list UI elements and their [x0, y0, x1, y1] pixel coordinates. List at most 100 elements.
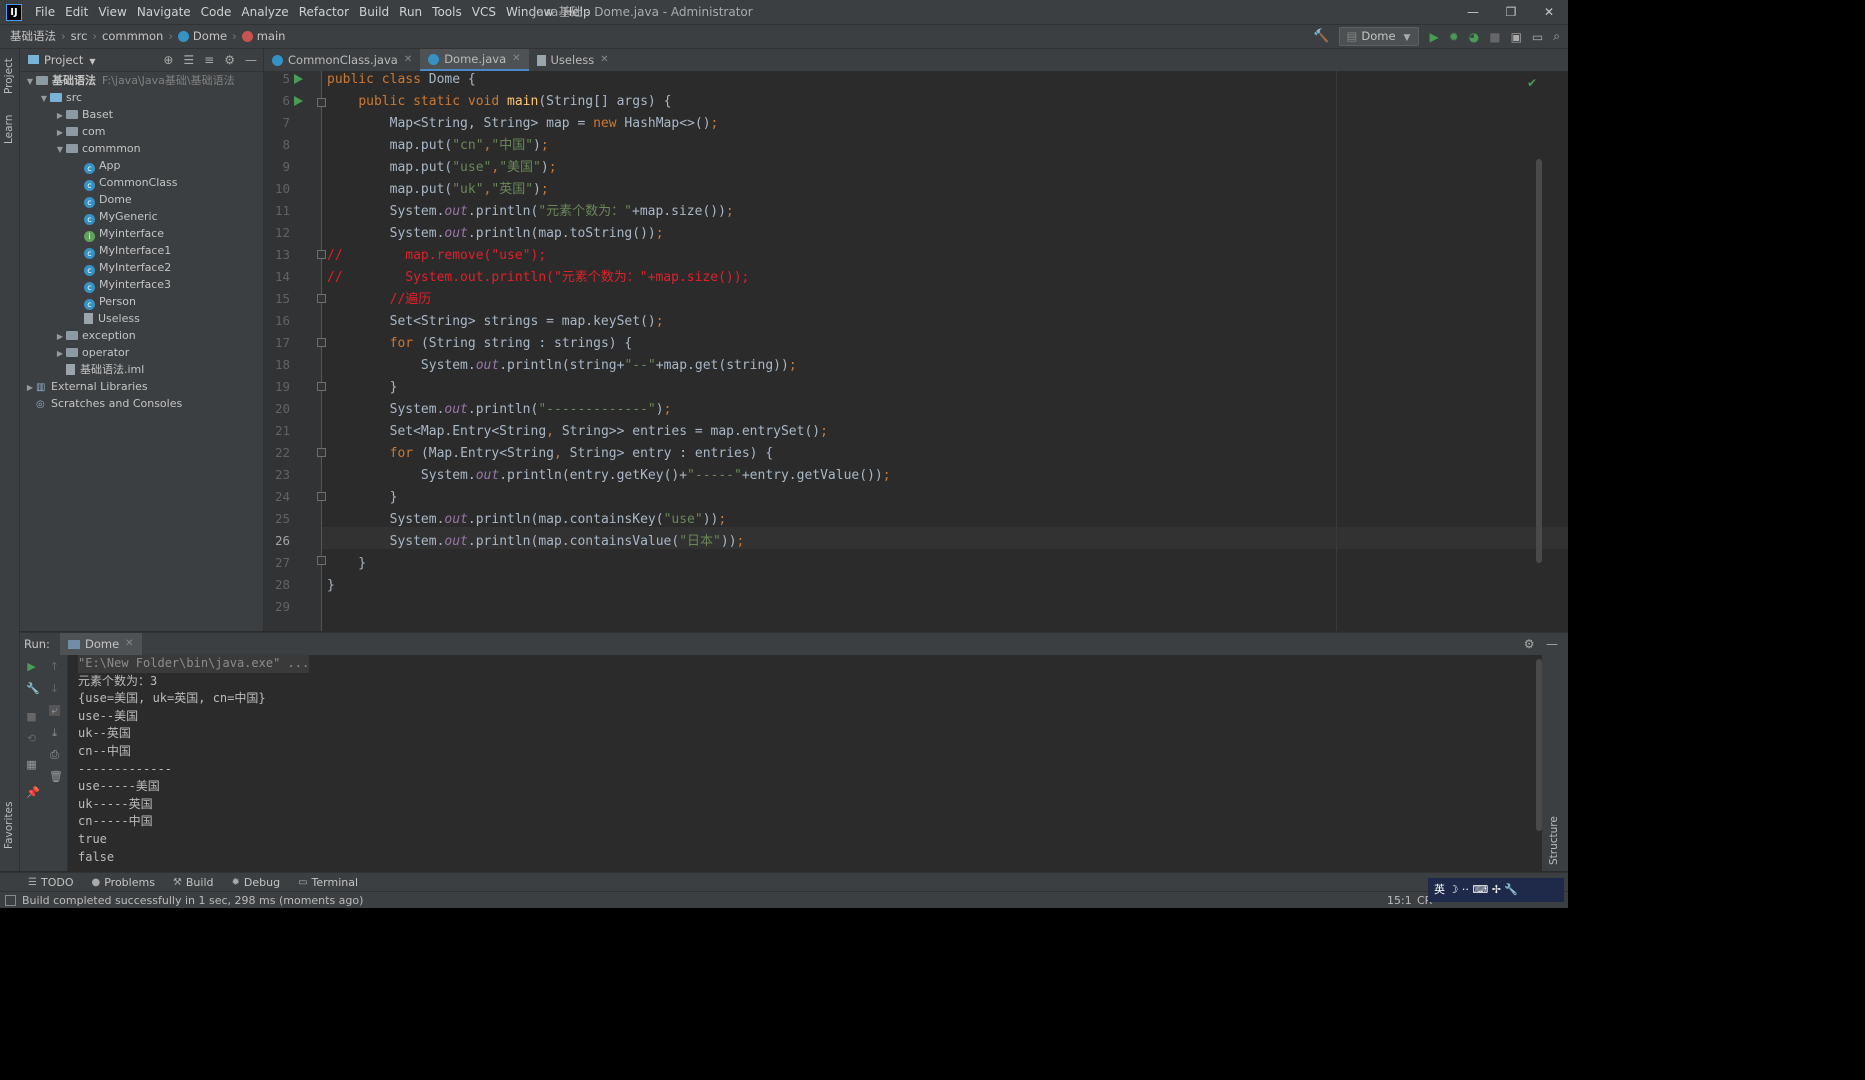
layout-icon[interactable]: ▭	[1532, 30, 1543, 44]
tree-class[interactable]: c CommonClass	[84, 174, 177, 191]
project-tool-button[interactable]: Project	[3, 58, 15, 94]
layout-icon[interactable]: ▦	[26, 759, 37, 770]
menu-build[interactable]: Build	[354, 0, 394, 24]
tree-folder[interactable]: ▶ operator	[54, 344, 129, 361]
crumb-src[interactable]: src	[71, 25, 88, 48]
inspection-ok-icon[interactable]: ✔	[1527, 76, 1537, 90]
favorites-tool-button[interactable]: Favorites	[3, 802, 15, 849]
scroll-to-end-icon[interactable]: ⤓	[49, 727, 60, 738]
run-config-select[interactable]: ▤ Dome ▼	[1339, 27, 1420, 46]
collapse-all-icon[interactable]: ≡	[204, 53, 214, 67]
fold-icon[interactable]	[317, 556, 326, 565]
restore-layout-icon[interactable]: ⟲	[26, 733, 37, 744]
soft-wrap-icon[interactable]: ⤶	[49, 705, 60, 716]
fold-icon[interactable]	[317, 250, 326, 259]
tree-root[interactable]: ▼ 基础语法 F:\java\Java基础\基础语法	[24, 72, 235, 89]
tree-file[interactable]: Useless	[84, 310, 140, 327]
tree-class[interactable]: c MyInterface1	[84, 242, 171, 259]
fold-icon[interactable]	[317, 492, 326, 501]
stop-icon[interactable]: ■	[1489, 30, 1500, 44]
menu-file[interactable]: File	[30, 0, 60, 24]
tree-class[interactable]: c App	[84, 157, 121, 174]
project-structure-icon[interactable]: ▣	[1511, 30, 1522, 44]
hide-icon[interactable]: —	[1546, 637, 1558, 651]
arrow-down-icon[interactable]: ↓	[49, 683, 60, 694]
arrow-up-icon[interactable]: ↑	[49, 661, 60, 672]
debug-icon[interactable]: ✹	[1449, 30, 1459, 44]
terminal-tool-button[interactable]: ▭ Terminal	[298, 876, 358, 889]
menu-navigate[interactable]: Navigate	[132, 0, 196, 24]
wrench-icon[interactable]: 🔧	[26, 683, 40, 694]
build-hammer-icon[interactable]: 🔨	[1313, 29, 1329, 44]
print-icon[interactable]: ⎙	[49, 749, 60, 760]
close-icon[interactable]: ✕	[404, 49, 412, 71]
gear-icon[interactable]: ⚙	[1524, 637, 1535, 651]
problems-tool-button[interactable]: ● Problems	[91, 876, 154, 889]
expand-all-icon[interactable]: ☰	[183, 53, 194, 67]
locate-icon[interactable]: ⊕	[163, 53, 173, 67]
tree-package[interactable]: ▼ commmon	[54, 140, 141, 157]
hide-icon[interactable]: —	[245, 53, 257, 67]
status-toggle-icon[interactable]	[5, 895, 16, 906]
coverage-icon[interactable]: ◕	[1469, 30, 1479, 44]
console-output[interactable]: "E:\New Folder\bin\java.exe" ... 元素个数为：3…	[68, 655, 1548, 871]
close-icon[interactable]: ✕	[125, 633, 133, 655]
structure-tool-button[interactable]: Structure	[1548, 816, 1560, 865]
editor-scrollbar[interactable]	[1536, 159, 1542, 563]
tree-class[interactable]: c MyInterface2	[84, 259, 171, 276]
close-icon[interactable]: ✕	[600, 49, 608, 71]
crumb-project[interactable]: 基础语法	[10, 25, 56, 48]
search-icon[interactable]: ⌕	[1553, 29, 1560, 44]
fold-icon[interactable]	[317, 294, 326, 303]
menu-analyze[interactable]: Analyze	[236, 0, 293, 24]
maximize-button[interactable]: ❐	[1492, 0, 1530, 24]
ime-toolbar[interactable]: 英 ☽ ·· ⌨ ✢ 🔧	[1428, 878, 1564, 902]
tab-commonclass[interactable]: CommonClass.java ✕	[264, 49, 420, 71]
gear-icon[interactable]: ⚙	[224, 53, 235, 67]
code-editor[interactable]: 5 6 7 8 9 10 11 12 13 14 15 16 17 18 19 …	[264, 71, 1568, 631]
tree-external-libraries[interactable]: ▶ ▥ External Libraries	[24, 378, 148, 395]
tree-class[interactable]: c MyGeneric	[84, 208, 158, 225]
tree-folder[interactable]: ▶ Baset	[54, 106, 113, 123]
menu-edit[interactable]: Edit	[60, 0, 93, 24]
stop-icon[interactable]: ■	[26, 711, 37, 722]
tree-iml-file[interactable]: 基础语法.iml	[54, 361, 144, 378]
menu-vcs[interactable]: VCS	[467, 0, 501, 24]
run-gutter-icon[interactable]	[294, 74, 303, 84]
trash-icon[interactable]: 🗑	[49, 771, 63, 782]
tree-src[interactable]: ▼ src	[38, 89, 82, 106]
menu-refactor[interactable]: Refactor	[294, 0, 354, 24]
fold-icon[interactable]	[317, 382, 326, 391]
tree-scratches[interactable]: ◎ Scratches and Consoles	[24, 395, 182, 412]
menu-tools[interactable]: Tools	[427, 0, 467, 24]
fold-icon[interactable]	[317, 338, 326, 347]
tree-folder[interactable]: ▶ exception	[54, 327, 136, 344]
build-tool-button[interactable]: ⚒ Build	[173, 876, 214, 889]
rerun-icon[interactable]: ▶	[26, 661, 37, 672]
learn-tool-button[interactable]: Learn	[3, 115, 15, 144]
fold-icon[interactable]	[317, 448, 326, 457]
fold-icon[interactable]	[317, 98, 326, 107]
close-icon[interactable]: ✕	[512, 48, 520, 70]
tab-useless[interactable]: Useless ✕	[529, 49, 617, 71]
run-tab-dome[interactable]: Dome ✕	[60, 633, 142, 655]
todo-tool-button[interactable]: ☰ TODO	[28, 876, 73, 889]
pin-icon[interactable]: 📌	[26, 787, 40, 798]
tree-folder[interactable]: ▶ com	[54, 123, 106, 140]
menu-code[interactable]: Code	[196, 0, 237, 24]
menu-run[interactable]: Run	[394, 0, 427, 24]
project-view-select[interactable]: Project ▼	[28, 49, 96, 73]
tab-dome[interactable]: Dome.java ✕	[420, 48, 529, 71]
minimize-button[interactable]: —	[1454, 0, 1492, 24]
crumb-method[interactable]: main	[257, 25, 286, 48]
tree-class[interactable]: c Dome	[84, 191, 132, 208]
debug-tool-button[interactable]: ✹ Debug	[232, 876, 281, 889]
status-message[interactable]: Build completed successfully in 1 sec, 2…	[22, 892, 363, 908]
run-icon[interactable]: ▶	[1429, 30, 1438, 44]
run-gutter-icon[interactable]	[294, 96, 303, 106]
tree-class[interactable]: c Person	[84, 293, 136, 310]
tree-class[interactable]: c Myinterface3	[84, 276, 171, 293]
crumb-class[interactable]: Dome	[193, 25, 227, 48]
menu-view[interactable]: View	[93, 0, 131, 24]
tree-interface[interactable]: i Myinterface	[84, 225, 164, 242]
